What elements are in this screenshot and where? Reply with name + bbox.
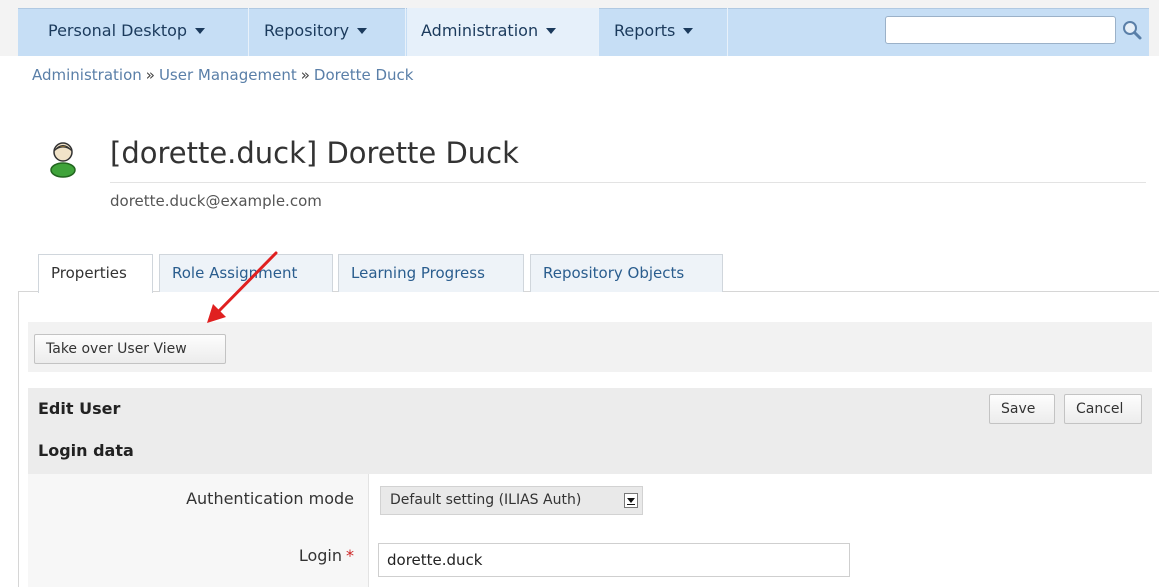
menu-administration[interactable]: Administration — [407, 8, 599, 56]
menu-administration-label: Administration — [421, 21, 539, 40]
title-divider — [110, 182, 1146, 183]
menu-repository[interactable]: Repository — [250, 8, 406, 56]
login-label: Login * — [100, 546, 354, 565]
form-title: Edit User — [38, 399, 121, 418]
cancel-button[interactable]: Cancel — [1064, 394, 1142, 424]
tab-properties[interactable]: Properties — [38, 254, 153, 293]
tab-learning-progress[interactable]: Learning Progress — [338, 254, 524, 292]
section-title-login-data: Login data — [38, 441, 134, 460]
required-marker: * — [346, 546, 354, 565]
breadcrumb: Administration» User Management» Dorette D… — [32, 66, 413, 84]
form-header — [28, 388, 1152, 474]
tab-repository-objects[interactable]: Repository Objects — [530, 254, 723, 292]
menu-repository-label: Repository — [264, 21, 350, 40]
tab-role-assignment[interactable]: Role Assignment — [159, 254, 333, 292]
auth-mode-select[interactable]: Default setting (ILIAS Auth) — [380, 486, 643, 515]
menu-reports-label: Reports — [614, 21, 676, 40]
user-email: dorette.duck@example.com — [110, 192, 322, 210]
save-button[interactable]: Save — [989, 394, 1055, 424]
breadcrumb-separator: » — [300, 66, 310, 84]
chevron-down-icon — [546, 27, 557, 34]
search-icon — [1123, 21, 1142, 40]
auth-mode-label-text: Authentication mode — [186, 489, 354, 508]
auth-mode-label: Authentication mode — [100, 489, 354, 508]
menu-reports[interactable]: Reports — [600, 8, 728, 56]
tab-repository-objects-label: Repository Objects — [543, 264, 685, 282]
search-button[interactable] — [1119, 16, 1145, 44]
breadcrumb-dorette-duck[interactable]: Dorette Duck — [314, 66, 414, 84]
auth-mode-selected-value: Default setting (ILIAS Auth) — [390, 492, 582, 508]
chevron-down-icon — [357, 27, 368, 34]
tab-learning-progress-label: Learning Progress — [351, 264, 485, 282]
user-icon — [48, 138, 78, 178]
chevron-down-icon — [195, 27, 206, 34]
login-field[interactable] — [378, 543, 850, 577]
chevron-down-icon — [683, 27, 694, 34]
tab-properties-label: Properties — [51, 264, 127, 282]
login-label-text: Login — [298, 546, 342, 565]
menu-personal-desktop-label: Personal Desktop — [48, 21, 188, 40]
take-over-user-view-button[interactable]: Take over User View — [34, 334, 226, 364]
tab-role-assignment-label: Role Assignment — [172, 264, 298, 282]
breadcrumb-user-management[interactable]: User Management — [159, 66, 297, 84]
breadcrumb-separator: » — [145, 66, 155, 84]
breadcrumb-administration[interactable]: Administration — [32, 66, 142, 84]
menu-personal-desktop[interactable]: Personal Desktop — [34, 8, 249, 56]
page-title: [dorette.duck] Dorette Duck — [110, 136, 519, 170]
search-input[interactable] — [885, 16, 1116, 44]
chevron-down-icon — [624, 493, 638, 508]
